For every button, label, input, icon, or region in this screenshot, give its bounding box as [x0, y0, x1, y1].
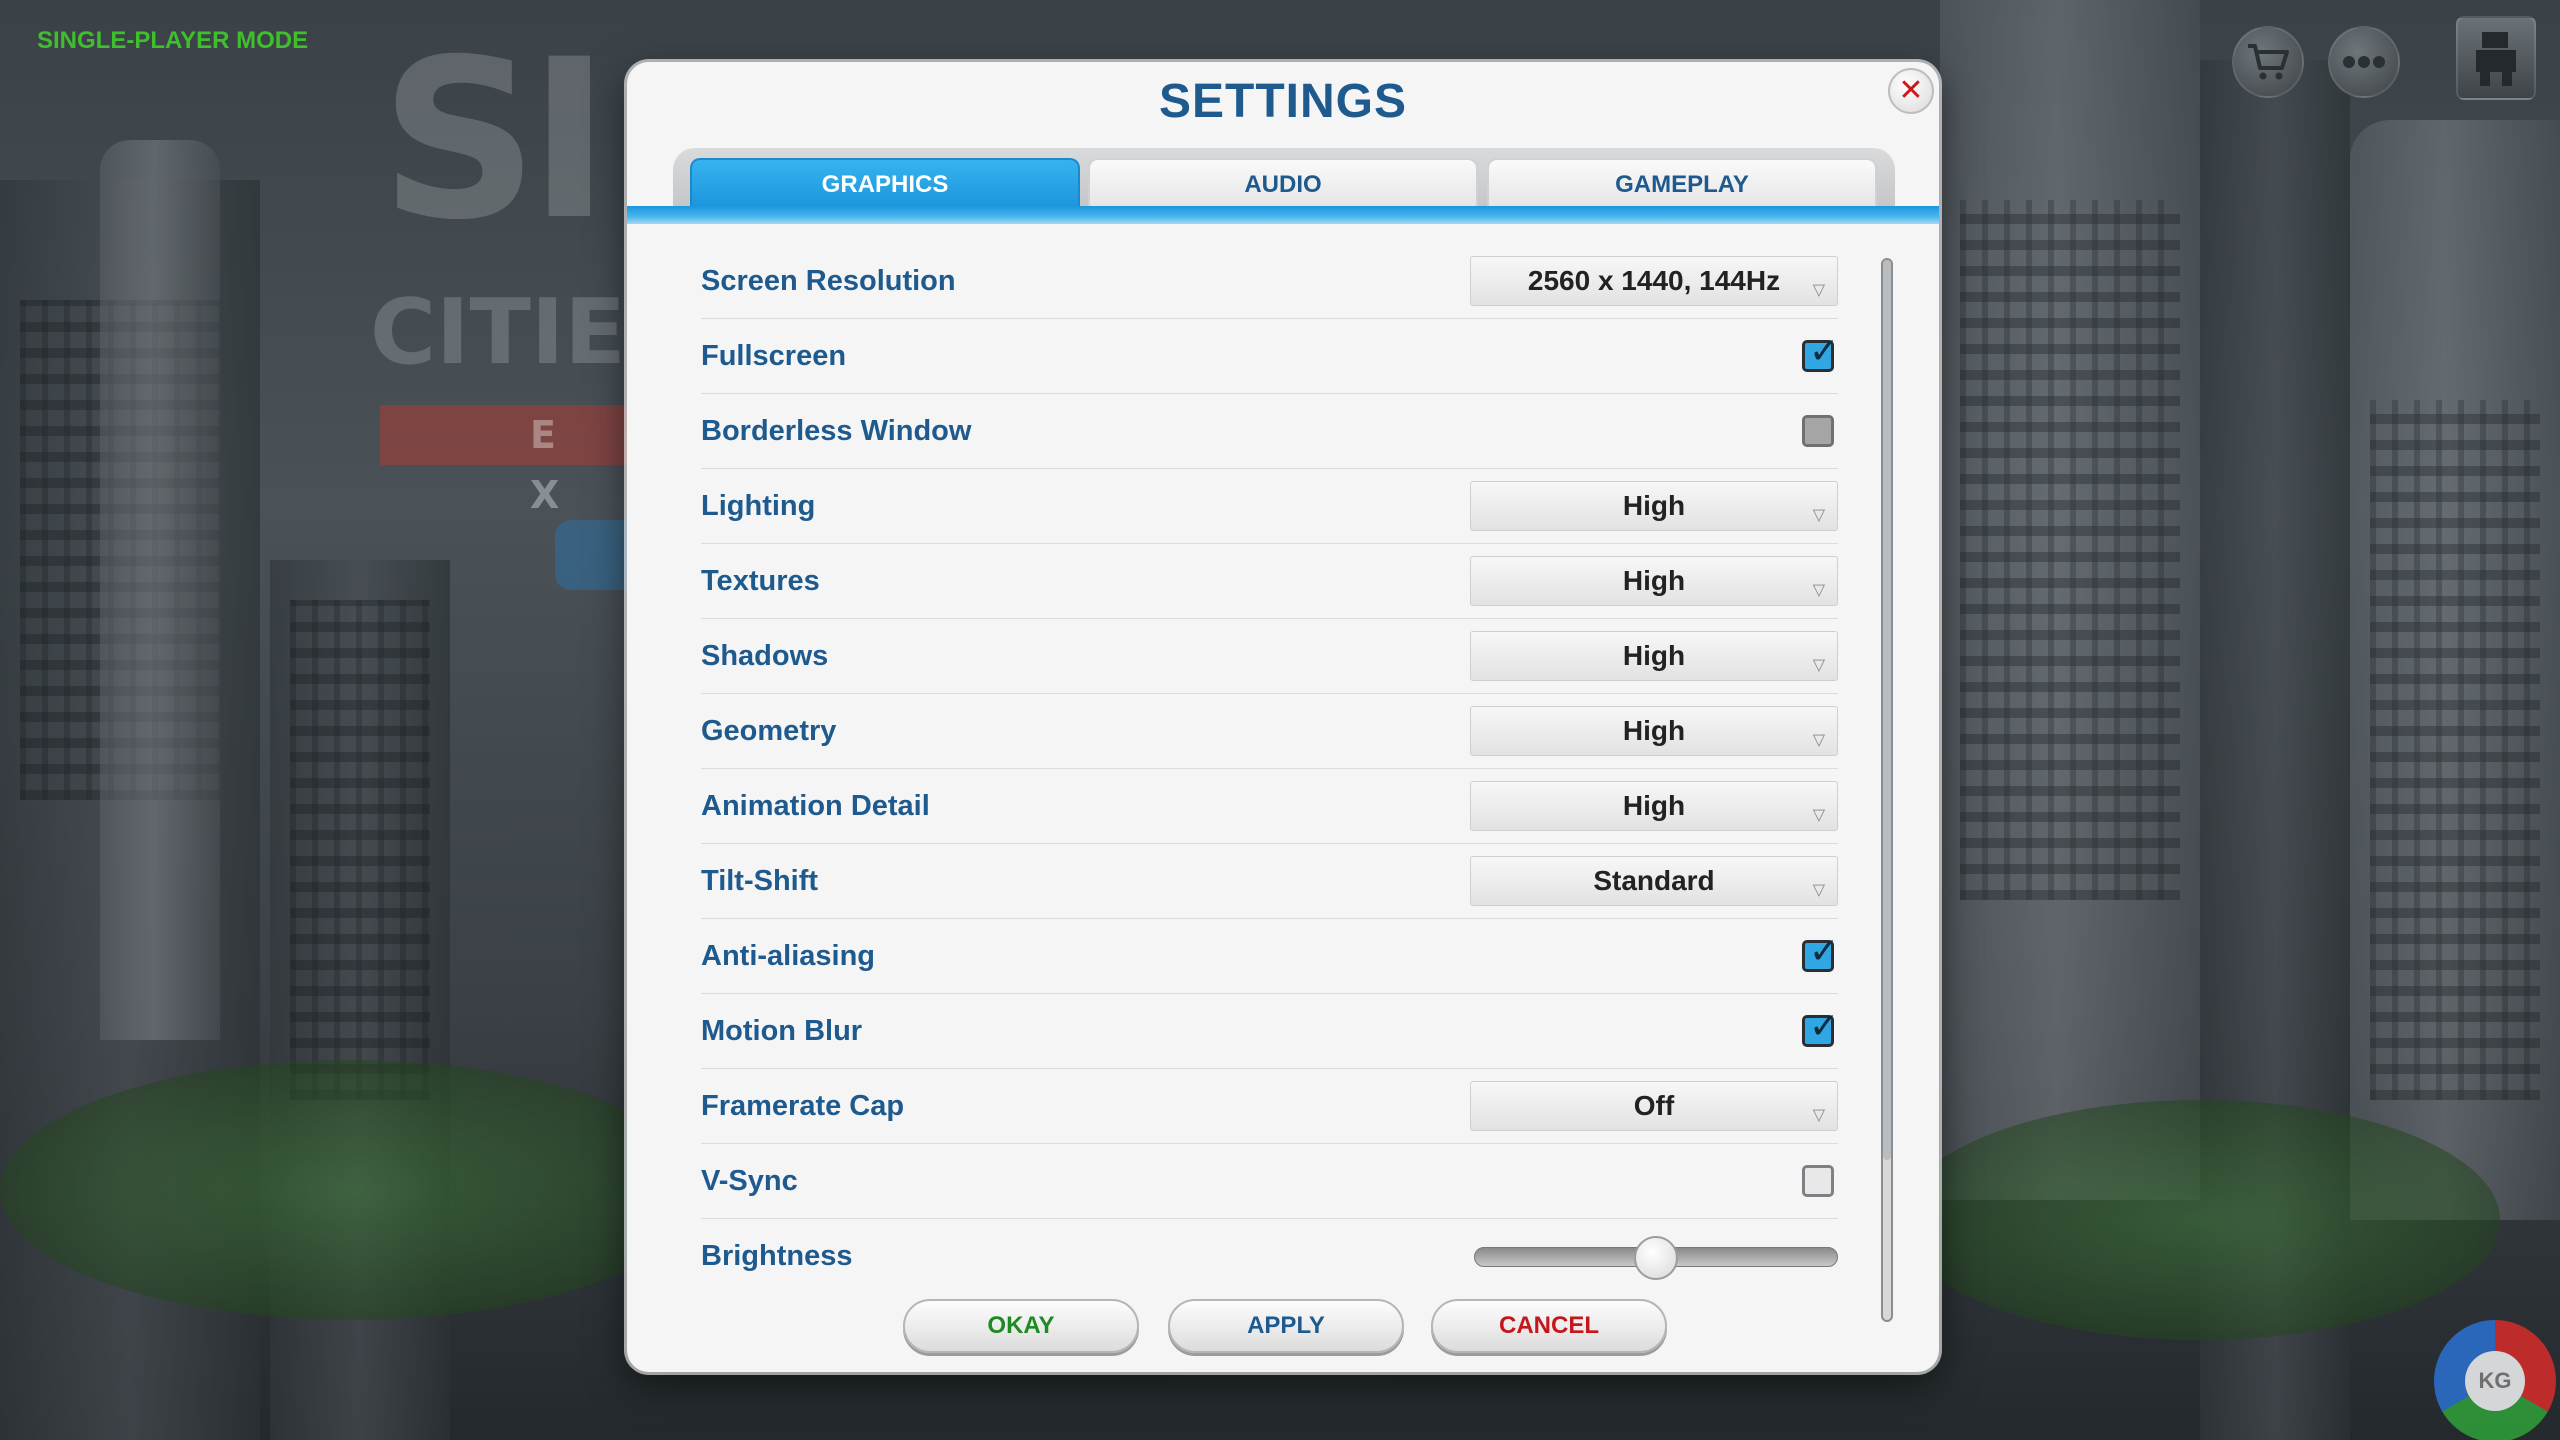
- setting-label: Brightness: [701, 1240, 853, 1272]
- setting-row-textures: Textures High ▽: [701, 544, 1838, 619]
- setting-row-v-sync: V-Sync: [701, 1144, 1838, 1219]
- chevron-down-icon: ▽: [1812, 807, 1825, 824]
- tab-audio[interactable]: AUDIO: [1088, 158, 1478, 210]
- setting-row-lighting: Lighting High ▽: [701, 469, 1838, 544]
- lighting-dropdown[interactable]: High ▽: [1470, 481, 1838, 531]
- slider-handle[interactable]: [1634, 1235, 1678, 1280]
- tab-gameplay[interactable]: GAMEPLAY: [1487, 158, 1877, 210]
- tilt-shift-dropdown[interactable]: Standard ▽: [1470, 856, 1838, 906]
- setting-label: Shadows: [701, 639, 829, 672]
- setting-label: V-Sync: [701, 1164, 798, 1197]
- chevron-down-icon: ▽: [1812, 1107, 1825, 1124]
- setting-label: Fullscreen: [701, 339, 847, 372]
- setting-label: Motion Blur: [701, 1014, 863, 1047]
- setting-row-geometry: Geometry High ▽: [701, 694, 1838, 769]
- dropdown-value: Standard: [1593, 865, 1715, 896]
- setting-label: Borderless Window: [701, 414, 972, 447]
- chevron-down-icon: ▽: [1812, 582, 1825, 599]
- geometry-dropdown[interactable]: High ▽: [1470, 706, 1838, 756]
- setting-label: Lighting: [701, 489, 816, 522]
- shopping-cart-icon: [2248, 44, 2289, 80]
- setting-label: Geometry: [701, 714, 837, 747]
- apply-button[interactable]: APPLY: [1168, 1299, 1404, 1353]
- cancel-button[interactable]: CANCEL: [1431, 1299, 1667, 1353]
- dropdown-value: Off: [1633, 1090, 1675, 1121]
- anti-aliasing-checkbox[interactable]: ✓: [1802, 933, 1839, 972]
- motion-blur-checkbox[interactable]: ✓: [1802, 1008, 1839, 1047]
- close-button[interactable]: ✕: [1888, 68, 1934, 114]
- chevron-down-icon: ▽: [1812, 282, 1825, 299]
- ellipsis-icon: [2343, 56, 2385, 68]
- logo-strip: E X: [380, 405, 640, 517]
- chevron-down-icon: ▽: [1812, 657, 1825, 674]
- setting-row-framerate-cap: Framerate Cap Off ▽: [701, 1069, 1838, 1144]
- checkmark-icon: ✓: [1809, 1005, 1840, 1046]
- framerate-cap-dropdown[interactable]: Off ▽: [1470, 1081, 1838, 1131]
- setting-row-anti-aliasing: Anti-aliasing ✓: [701, 919, 1839, 994]
- settings-dialog: SETTINGS ✕ GRAPHICS AUDIO GAMEPLAY Scree…: [627, 62, 1939, 1372]
- scrollbar-thumb[interactable]: [1883, 260, 1891, 1160]
- setting-row-borderless-window: Borderless Window: [701, 394, 1838, 469]
- chevron-down-icon: ▽: [1812, 507, 1825, 524]
- active-tab-underline: [627, 206, 1939, 224]
- dropdown-value: High: [1622, 640, 1686, 671]
- fullscreen-checkbox[interactable]: ✓: [1802, 333, 1839, 372]
- chevron-down-icon: ▽: [1812, 732, 1825, 749]
- borderless-window-checkbox[interactable]: [1802, 415, 1834, 447]
- setting-row-motion-blur: Motion Blur ✓: [701, 994, 1839, 1069]
- v-sync-checkbox[interactable]: [1802, 1165, 1834, 1197]
- game-mode-label: SINGLE-PLAYER MODE: [37, 27, 309, 54]
- dropdown-value: High: [1622, 490, 1686, 521]
- setting-label: Framerate Cap: [701, 1089, 905, 1122]
- checkmark-icon: ✓: [1809, 330, 1840, 371]
- setting-row-brightness: Brightness: [701, 1219, 1838, 1294]
- setting-label: Anti-aliasing: [701, 939, 876, 972]
- dropdown-value: High: [1622, 565, 1686, 596]
- settings-scrollbar[interactable]: [1881, 258, 1893, 1322]
- player-avatar-icon: [2476, 32, 2516, 86]
- watermark-logo: KG: [2434, 1320, 2556, 1440]
- okay-button[interactable]: OKAY: [903, 1299, 1139, 1353]
- dropdown-value: High: [1622, 790, 1686, 821]
- setting-label: Textures: [701, 564, 820, 597]
- watermark-text: KG: [2465, 1351, 2525, 1411]
- tab-graphics[interactable]: GRAPHICS: [690, 158, 1080, 210]
- checkmark-icon: ✓: [1809, 930, 1840, 971]
- more-options-button[interactable]: [2328, 26, 2400, 98]
- textures-dropdown[interactable]: High ▽: [1470, 556, 1838, 606]
- setting-label: Tilt-Shift: [701, 864, 819, 897]
- setting-row-tilt-shift: Tilt-Shift Standard ▽: [701, 844, 1838, 919]
- setting-row-fullscreen: Fullscreen ✓: [701, 319, 1839, 394]
- dropdown-value: High: [1622, 715, 1686, 746]
- animation-detail-dropdown[interactable]: High ▽: [1470, 781, 1838, 831]
- screen-resolution-dropdown[interactable]: 2560 x 1440, 144Hz ▽: [1470, 256, 1838, 306]
- chevron-down-icon: ▽: [1812, 882, 1825, 899]
- setting-row-animation-detail: Animation Detail High ▽: [701, 769, 1838, 844]
- dialog-title: SETTINGS: [1158, 75, 1408, 128]
- setting-row-shadows: Shadows High ▽: [701, 619, 1838, 694]
- setting-label: Screen Resolution: [701, 264, 956, 297]
- graphics-settings-list: Screen Resolution 2560 x 1440, 144Hz ▽ F…: [701, 244, 1839, 1294]
- setting-row-screen-resolution: Screen Resolution 2560 x 1440, 144Hz ▽: [701, 244, 1838, 319]
- setting-label: Animation Detail: [701, 789, 930, 822]
- shadows-dropdown[interactable]: High ▽: [1470, 631, 1838, 681]
- close-icon: ✕: [1898, 74, 1924, 107]
- player-avatar-button[interactable]: [2456, 16, 2536, 100]
- brightness-slider[interactable]: [1474, 1235, 1838, 1280]
- dropdown-value: 2560 x 1440, 144Hz: [1527, 265, 1781, 296]
- store-button[interactable]: [2232, 26, 2304, 98]
